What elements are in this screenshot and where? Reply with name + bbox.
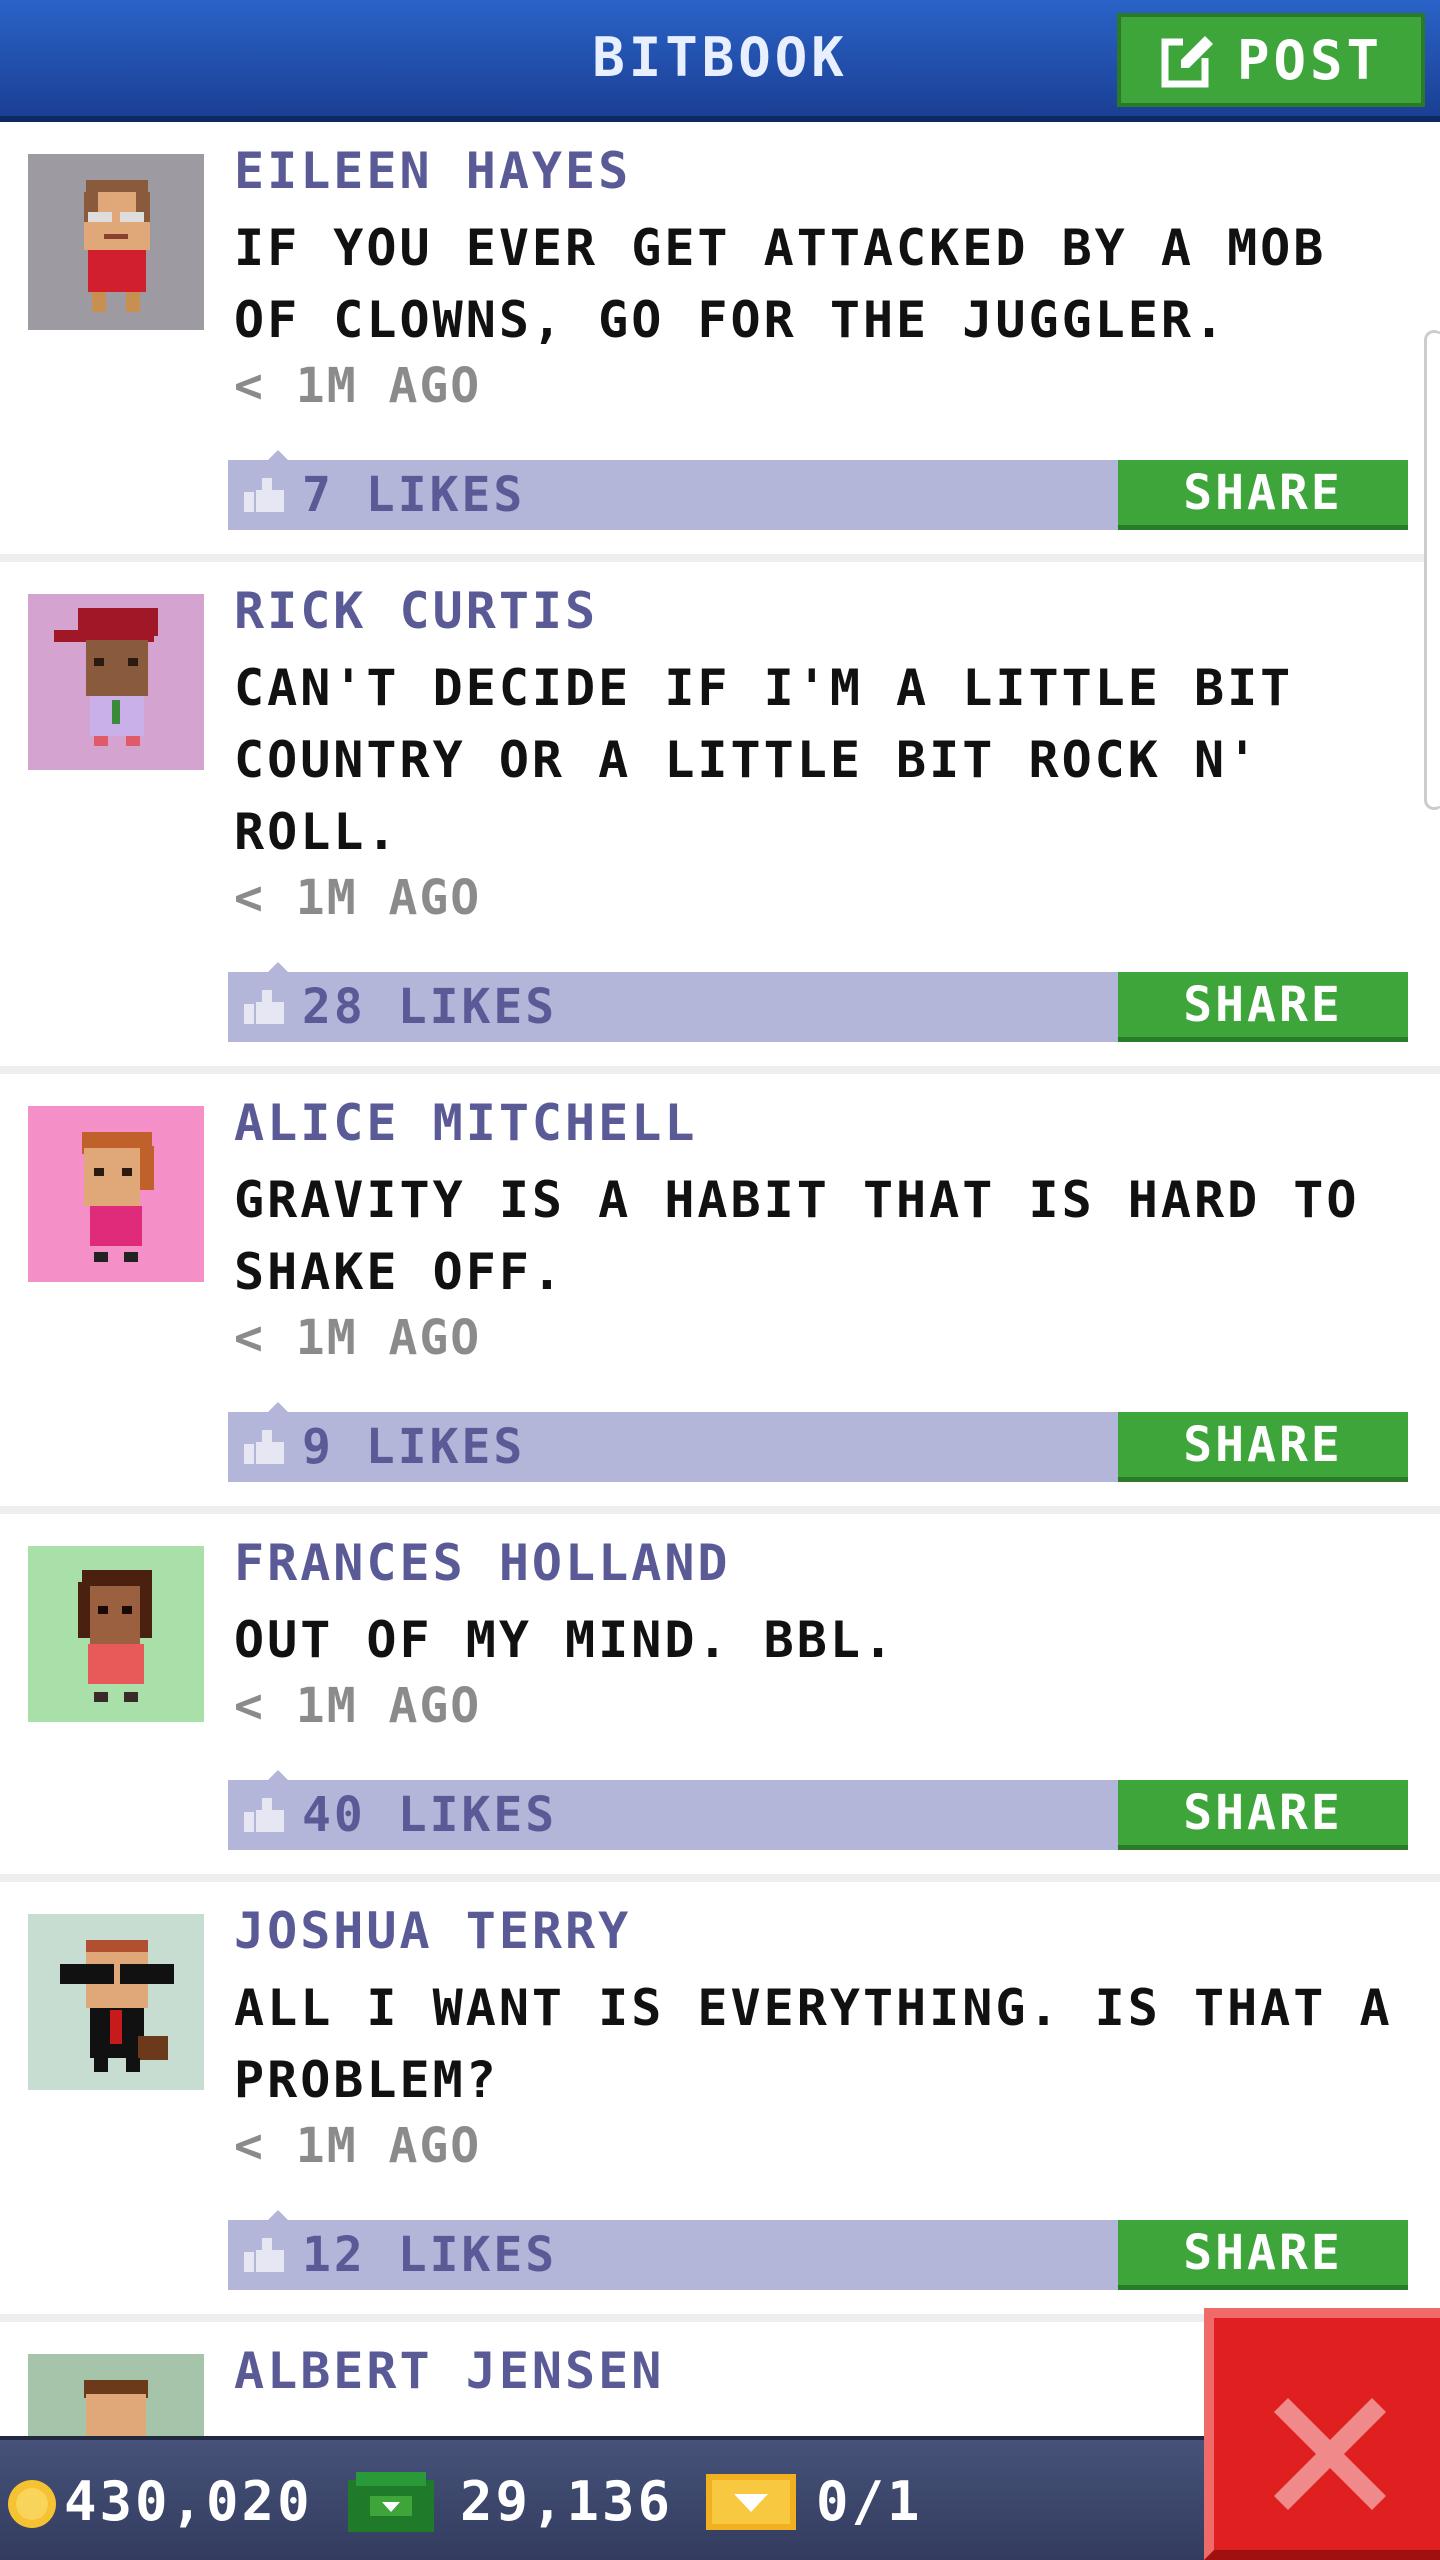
post-author[interactable]: FRANCES HOLLAND <box>234 1534 731 1592</box>
likes-count: 12 LIKES <box>302 2227 558 2283</box>
post-message: CAN'T DECIDE IF I'M A LITTLE BIT COUNTRY… <box>234 659 1294 861</box>
post-time: < 1M AGO <box>234 358 482 414</box>
close-icon <box>1274 2398 1386 2510</box>
close-button[interactable] <box>1204 2308 1440 2560</box>
post-time: < 1M AGO <box>234 2118 482 2174</box>
likes-count: 7 LIKES <box>302 467 526 523</box>
post-button[interactable]: POST <box>1117 13 1425 107</box>
post-time: < 1M AGO <box>234 870 482 926</box>
post-time: < 1M AGO <box>234 1310 482 1366</box>
share-button[interactable]: SHARE <box>1118 2220 1408 2290</box>
avatar-alice-mitchell <box>82 1132 154 1262</box>
likes-count: 40 LIKES <box>302 1787 558 1843</box>
vip-ticket-icon <box>706 2474 796 2530</box>
likes-count: 28 LIKES <box>302 979 558 1035</box>
thumbs-up-icon[interactable] <box>244 1430 284 1464</box>
feed-post: RICK CURTIS CAN'T DECIDE IF I'M A LITTLE… <box>0 562 1440 1074</box>
post-author[interactable]: JOSHUA TERRY <box>234 1902 631 1960</box>
likes-count: 9 LIKES <box>302 1419 526 1475</box>
bitbook-screen: BITBOOK POST EILEEN HAYES IF YOU EVER GE… <box>0 0 1440 2560</box>
feed-post: FRANCES HOLLAND OUT OF MY MIND. BBL. < 1… <box>0 1514 1440 1882</box>
post-message: ALL I WANT IS EVERYTHING. IS THAT A PROB… <box>234 1979 1393 2109</box>
feed-post: JOSHUA TERRY ALL I WANT IS EVERYTHING. I… <box>0 1882 1440 2322</box>
share-button[interactable]: SHARE <box>1118 1412 1408 1482</box>
like-bar: 28 LIKES SHARE <box>228 962 1408 1042</box>
post-message: IF YOU EVER GET ATTACKED BY A MOB OF CLO… <box>234 219 1327 349</box>
avatar[interactable] <box>28 594 204 770</box>
post-author[interactable]: ALBERT JENSEN <box>234 2342 664 2400</box>
like-bar: 12 LIKES SHARE <box>228 2210 1408 2290</box>
like-bar: 9 LIKES SHARE <box>228 1402 1408 1482</box>
share-button[interactable]: SHARE <box>1118 460 1408 530</box>
avatar-joshua-terry <box>60 1940 174 2072</box>
thumbs-up-icon[interactable] <box>244 478 284 512</box>
coin-icon <box>8 2480 56 2528</box>
share-button[interactable]: SHARE <box>1118 1780 1408 1850</box>
bux-icon <box>348 2472 434 2532</box>
post-message: OUT OF MY MIND. BBL. <box>234 1611 897 1669</box>
avatar[interactable] <box>28 1914 204 2090</box>
avatar-frances-holland <box>78 1570 152 1702</box>
post-author[interactable]: EILEEN HAYES <box>234 142 631 200</box>
edit-icon <box>1161 34 1215 88</box>
thumbs-up-icon[interactable] <box>244 1798 284 1832</box>
feed-post: EILEEN HAYES IF YOU EVER GET ATTACKED BY… <box>0 122 1440 562</box>
post-message: GRAVITY IS A HABIT THAT IS HARD TO SHAKE… <box>234 1171 1360 1301</box>
like-bar: 7 LIKES SHARE <box>228 450 1408 530</box>
thumbs-up-icon[interactable] <box>244 990 284 1024</box>
thumbs-up-icon[interactable] <box>244 2238 284 2272</box>
post-author[interactable]: ALICE MITCHELL <box>234 1094 697 1152</box>
feed-post: ALICE MITCHELL GRAVITY IS A HABIT THAT I… <box>0 1074 1440 1514</box>
coins-count: 430,020 <box>64 2470 313 2533</box>
post-button-label: POST <box>1236 28 1384 92</box>
share-button[interactable]: SHARE <box>1118 972 1408 1042</box>
avatar[interactable] <box>28 154 204 330</box>
avatar[interactable] <box>28 1546 204 1722</box>
avatar[interactable] <box>28 1106 204 1282</box>
header-bar: BITBOOK POST <box>0 0 1440 122</box>
avatar-rick-curtis <box>54 608 158 746</box>
post-time: < 1M AGO <box>234 1678 482 1734</box>
post-author[interactable]: RICK CURTIS <box>234 582 598 640</box>
vip-count: 0/1 <box>816 2470 923 2533</box>
avatar-eileen-hayes <box>84 180 150 312</box>
like-bar: 40 LIKES SHARE <box>228 1770 1408 1850</box>
scroll-indicator[interactable] <box>1424 330 1440 810</box>
bux-count: 29,136 <box>460 2470 674 2533</box>
